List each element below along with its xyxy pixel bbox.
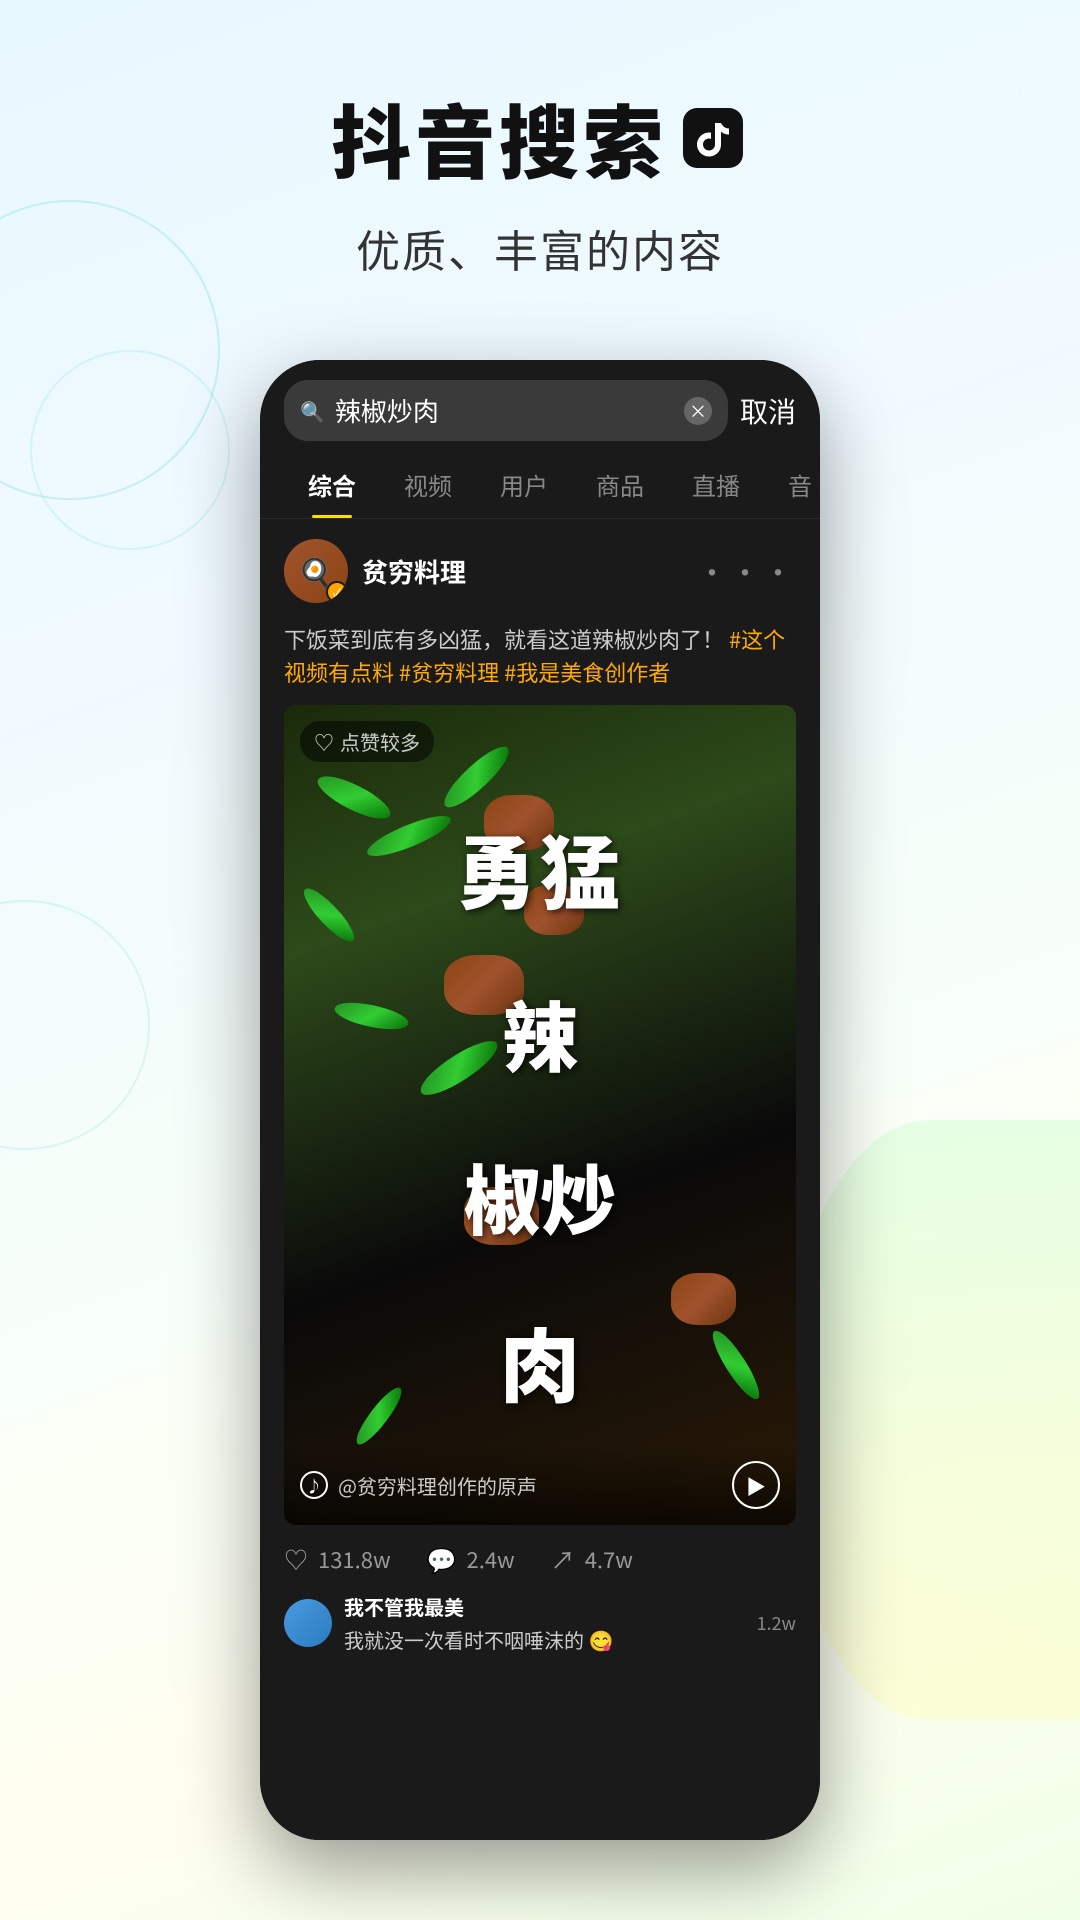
shares-stat[interactable]: ↗ 4.7w	[551, 1541, 633, 1576]
tab-综合[interactable]: 综合	[284, 451, 380, 518]
user-avatar[interactable]: 🍳 ✓	[284, 539, 348, 603]
tab-直播[interactable]: 直播	[668, 451, 764, 518]
username-text[interactable]: 贫穷料理	[362, 553, 683, 590]
video-title-text: 勇猛 辣 椒炒 肉	[284, 745, 796, 1484]
verified-badge: ✓	[326, 581, 348, 603]
tiktok-note-icon: ♪	[300, 1471, 328, 1499]
phone-mockup: 🔍 辣椒炒肉 × 取消 综合 视频 用户 商品 直播 音	[260, 360, 820, 1860]
comment-content: 我不管我最美 我就没一次看时不咽唾沫的 😋	[344, 1592, 745, 1654]
comment-author: 我不管我最美	[344, 1592, 745, 1621]
phone-frame: 🔍 辣椒炒肉 × 取消 综合 视频 用户 商品 直播 音	[260, 360, 820, 1840]
tabs-container: 综合 视频 用户 商品 直播 音	[260, 451, 820, 519]
shares-count: 4.7w	[585, 1543, 633, 1575]
search-query-text: 辣椒炒肉	[335, 392, 674, 429]
likes-count: 131.8w	[318, 1543, 391, 1575]
comments-count: 2.4w	[467, 1543, 515, 1575]
tiktok-logo-icon	[677, 102, 749, 174]
comment-text: 我就没一次看时不咽唾沫的 😋	[344, 1625, 745, 1654]
post-description: 下饭菜到底有多凶猛，就看这道辣椒炒肉了！ #这个视频有点料 #贫穷料理 #我是美…	[260, 623, 820, 705]
main-title-container: 抖音搜索	[0, 80, 1080, 196]
search-icon: 🔍	[300, 396, 325, 425]
search-input-container[interactable]: 🔍 辣椒炒肉 ×	[284, 380, 728, 441]
comments-stat[interactable]: 💬 2.4w	[427, 1541, 515, 1576]
bg-decoration-2	[30, 350, 230, 550]
heart-stat-icon: ♡	[284, 1541, 308, 1576]
header-section: 抖音搜索 优质、丰富的内容	[0, 0, 1080, 320]
play-button[interactable]: ▶	[732, 1461, 780, 1509]
content-area: 🍳 ✓ 贫穷料理 ··· 下饭菜到底有多凶猛，就看这道辣椒炒肉了！ #这个视频有…	[260, 519, 820, 1840]
more-options-button[interactable]: ···	[697, 549, 796, 593]
share-stat-icon: ↗	[551, 1541, 575, 1576]
tab-视频[interactable]: 视频	[380, 451, 476, 518]
search-bar: 🔍 辣椒炒肉 × 取消	[260, 360, 820, 451]
cancel-search-button[interactable]: 取消	[740, 391, 796, 431]
video-thumbnail[interactable]: 勇猛 辣 椒炒 肉 ♡ 点赞较多 ♪ @贫穷料理创作的原声 ▶	[284, 705, 796, 1525]
likes-badge: ♡ 点赞较多	[300, 721, 434, 762]
post-main-text: 下饭菜到底有多凶猛，就看这道辣椒炒肉了！	[284, 623, 724, 655]
video-bottom-bar: ♪ @贫穷料理创作的原声 ▶	[284, 1445, 796, 1525]
likes-stat[interactable]: ♡ 131.8w	[284, 1541, 391, 1576]
bg-decoration-4	[780, 1120, 1080, 1720]
comment-stat-icon: 💬	[427, 1541, 457, 1576]
subtitle-text: 优质、丰富的内容	[0, 216, 1080, 280]
comment-avatar	[284, 1599, 332, 1647]
stats-bar: ♡ 131.8w 💬 2.4w ↗ 4.7w	[260, 1525, 820, 1592]
comment-preview: 我不管我最美 我就没一次看时不咽唾沫的 😋 1.2w	[260, 1592, 820, 1664]
clear-search-button[interactable]: ×	[684, 397, 712, 425]
post-header: 🍳 ✓ 贫穷料理 ···	[260, 519, 820, 623]
tab-音乐[interactable]: 音	[764, 451, 820, 518]
tab-商品[interactable]: 商品	[572, 451, 668, 518]
phone-screen: 🔍 辣椒炒肉 × 取消 综合 视频 用户 商品 直播 音	[260, 360, 820, 1840]
likes-badge-text: 点赞较多	[340, 727, 420, 756]
main-title-text: 抖音搜索	[331, 80, 667, 196]
bg-decoration-3	[0, 900, 150, 1150]
video-source-text: @贫穷料理创作的原声	[338, 1471, 722, 1500]
comment-likes: 1.2w	[757, 1610, 796, 1636]
heart-icon: ♡	[314, 727, 334, 756]
tab-用户[interactable]: 用户	[476, 451, 572, 518]
